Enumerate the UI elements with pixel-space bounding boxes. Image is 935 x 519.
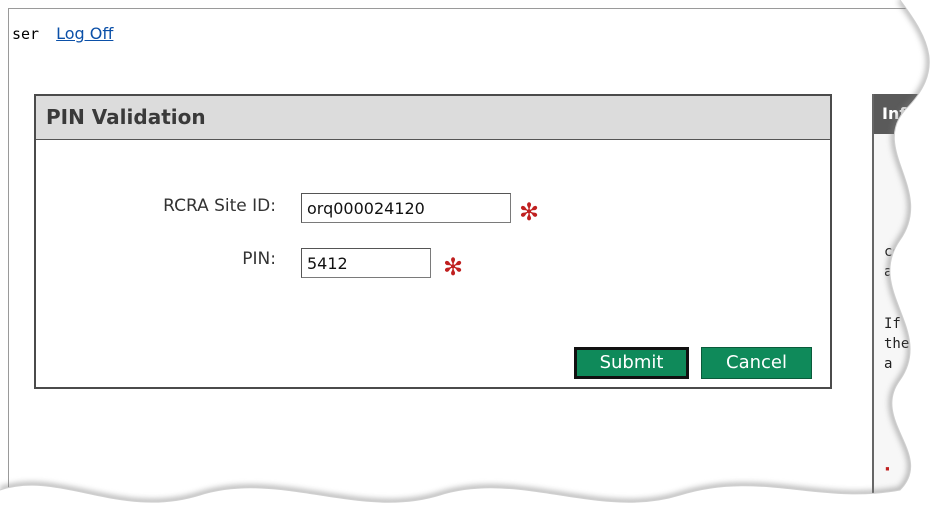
site-id-input[interactable]: [301, 193, 511, 223]
site-id-required-icon: ✻: [519, 198, 540, 226]
cancel-button[interactable]: Cancel: [701, 347, 812, 379]
side-panel-header: Inf: [874, 94, 935, 134]
site-id-label: RCRA Site ID:: [163, 196, 276, 216]
pin-required-icon: ✻: [443, 253, 464, 281]
side-text-line: a us: [884, 264, 918, 280]
user-bar: ser Log Off: [12, 24, 113, 43]
page-border-top: [8, 8, 928, 9]
side-text-line: co: [884, 244, 901, 260]
side-required-marker: ·: [884, 459, 891, 480]
pin-input[interactable]: [301, 248, 431, 278]
screenshot-frame: ser Log Off PIN Validation RCRA Site ID:…: [0, 0, 935, 519]
page-border-left: [8, 8, 9, 488]
side-text-line: If yo: [884, 316, 927, 332]
submit-button[interactable]: Submit: [574, 347, 689, 379]
pin-validation-dialog: PIN Validation RCRA Site ID: ✻ PIN: ✻ Su…: [34, 94, 832, 389]
log-off-link[interactable]: Log Off: [56, 24, 113, 43]
info-side-panel: Inf co a us If yo the a ·: [872, 94, 935, 494]
side-text-line: the: [884, 336, 910, 352]
side-panel-title: Inf: [882, 104, 907, 123]
pin-label: PIN:: [242, 249, 276, 269]
side-text-line: a: [884, 356, 893, 372]
dialog-header: PIN Validation: [36, 96, 830, 140]
dialog-title: PIN Validation: [46, 105, 206, 129]
user-name-fragment: ser: [12, 25, 40, 43]
